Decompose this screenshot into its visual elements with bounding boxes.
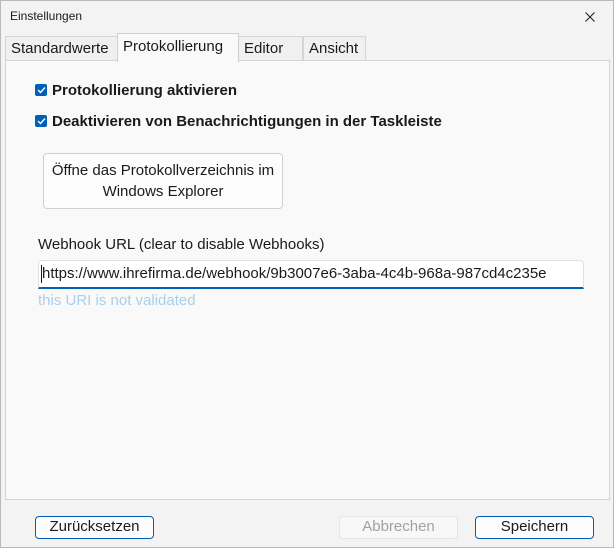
enable-logging-row[interactable]: Protokollierung aktivieren — [35, 79, 237, 101]
disable-notifications-row[interactable]: Deaktivieren von Benachrichtigungen in d… — [35, 110, 442, 132]
disable-notifications-label: Deaktivieren von Benachrichtigungen in d… — [52, 112, 442, 130]
enable-logging-checkbox[interactable] — [35, 84, 47, 96]
settings-dialog: Einstellungen Standardwerte Protokollier… — [0, 0, 614, 548]
dialog-footer: Zurücksetzen Abbrechen Speichern — [1, 505, 613, 547]
reset-button[interactable]: Zurücksetzen — [35, 516, 154, 539]
text-caret — [41, 265, 42, 283]
webhook-url-input[interactable]: https://www.ihrefirma.de/webhook/9b3007e… — [38, 260, 584, 289]
tab-ansicht[interactable]: Ansicht — [303, 36, 366, 60]
tab-strip: Standardwerte Protokollierung Editor Ans… — [5, 33, 613, 62]
save-button[interactable]: Speichern — [475, 516, 594, 539]
tab-protokollierung[interactable]: Protokollierung — [117, 33, 239, 62]
disable-notifications-checkbox[interactable] — [35, 115, 47, 127]
tab-editor[interactable]: Editor — [238, 36, 303, 60]
close-icon — [585, 12, 595, 22]
window-title: Einstellungen — [10, 9, 83, 23]
checkmark-icon — [37, 118, 46, 125]
webhook-validation-hint: this URI is not validated — [38, 292, 196, 309]
logging-panel: Protokollierung aktivieren Deaktivieren … — [5, 60, 610, 500]
enable-logging-label: Protokollierung aktivieren — [52, 81, 238, 99]
tab-standardwerte[interactable]: Standardwerte — [5, 36, 118, 60]
open-log-folder-label-line1: Öffne das Protokollverzeichnis im — [51, 162, 275, 179]
title-bar: Einstellungen — [1, 1, 613, 33]
cancel-button[interactable]: Abbrechen — [339, 516, 458, 539]
open-log-folder-button[interactable]: Öffne das Protokollverzeichnis im Window… — [43, 153, 283, 209]
open-log-folder-label-line2: Windows Explorer — [102, 183, 224, 200]
close-button[interactable] — [567, 1, 613, 33]
webhook-url-value: https://www.ihrefirma.de/webhook/9b3007e… — [42, 265, 547, 282]
checkmark-icon — [37, 87, 46, 94]
webhook-url-label: Webhook URL (clear to disable Webhooks) — [38, 236, 325, 253]
